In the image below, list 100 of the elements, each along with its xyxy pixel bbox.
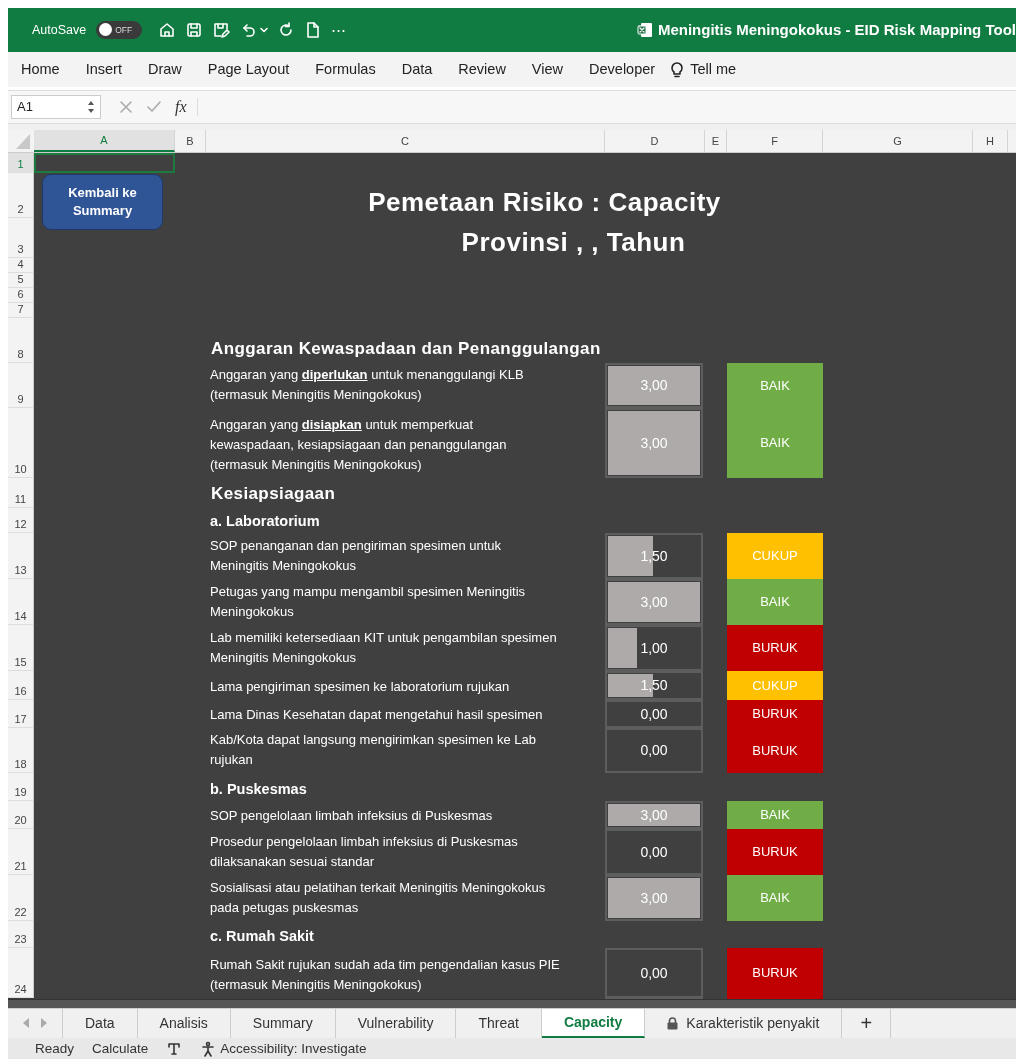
row-header[interactable]: 21 [8,828,34,875]
column-header[interactable]: G [823,129,973,152]
row-header[interactable]: 13 [8,532,34,579]
lightbulb-icon[interactable] [670,60,685,78]
indicator-text: Lama Dinas Kesehatan dapat mengetahui hasil spesimen [209,705,544,724]
rating-cell: BAIK [727,800,823,829]
rating-cell: BURUK [727,828,823,875]
ribbon-tab[interactable]: Page Layout [194,54,303,85]
accessibility-status[interactable]: Accessibility: Investigate [220,1041,367,1057]
indicator-text: Rumah Sakit rujukan sudah ada tim pengendalian kasus PIE (termasuk Meningitis Meningokokus) [209,955,561,994]
indicator-text: Anggaran yang disiapkan untuk memperkuat kewaspadaan, kesiapsiagaan dan penanggulangan (termasuk Meningitis Meningokokus) [209,415,508,474]
section-heading: Anggaran Kewaspadaan dan Penanggulangan [210,338,602,360]
insert-function-button[interactable]: fx [175,97,187,116]
name-box[interactable]: A1 [11,94,101,119]
rating-cell: CUKUP [727,670,823,700]
ribbon-tab[interactable]: Formulas [302,54,389,85]
rating-cell: CUKUP [727,532,823,579]
column-header[interactable]: B [175,129,206,152]
sheet-tab[interactable]: Capacity [541,1008,646,1039]
score-value: 0,00 [640,742,668,759]
row-header[interactable]: 2 [8,172,34,218]
indicator-text: Prosedur pengelolaan limbah infeksius di Puskesmas dilaksanakan sesuai standar [209,832,519,871]
row-header[interactable]: 18 [8,727,34,773]
calculate-button[interactable]: Calculate [92,1041,149,1057]
indicator-text: Anggaran yang diperlukan untuk menanggulangi KLB (termasuk Meningitis Meningokokus) [209,365,525,404]
column-header[interactable]: A [34,129,175,152]
column-header[interactable]: C [206,129,605,152]
indicator-text: SOP pengelolaan limbah infeksius di Puskesmas [209,806,494,825]
ribbon-tab[interactable]: View [518,54,577,85]
indicator-text: SOP penanganan dan pengiriman spesimen untuk Meningitis Meningokokus [209,536,503,575]
subsection-heading: b. Puskesmas [209,780,308,799]
column-header[interactable]: D [605,129,705,152]
rating-cell: BAIK [727,578,823,625]
checkmark-icon[interactable] [147,99,161,114]
row-header[interactable]: 20 [8,800,34,829]
rating-cell: BURUK [727,699,823,728]
section-heading: Kesiapsiagaan [210,483,337,505]
rating-cell: BAIK [727,407,823,478]
row-header[interactable]: 19 [8,772,34,801]
indicator-text: Lama pengiriman spesimen ke laboratorium rujukan [209,677,511,696]
row-header[interactable]: 16 [8,670,34,700]
tell-me-search[interactable]: Tell me [690,61,737,78]
row-header[interactable]: 8 [8,317,34,363]
row-header[interactable]: 11 [8,477,34,508]
autosave-toggle[interactable]: OFF [96,20,143,39]
autosave-label: AutoSave [32,22,87,37]
ribbon-tab[interactable]: Data [388,54,446,85]
rating-cell: BAIK [727,362,823,408]
row-header[interactable]: 3 [8,217,34,258]
selected-cell[interactable] [34,152,175,173]
row-header[interactable]: 23 [8,920,34,948]
row-header[interactable]: 22 [8,874,34,921]
score-value: 0,00 [640,843,668,860]
score-value: 3,00 [640,593,668,610]
row-header[interactable]: 24 [8,947,34,998]
ribbon-tab[interactable]: Insert [72,54,135,85]
column-header[interactable]: E [705,129,727,152]
column-header[interactable]: F [727,129,823,152]
sheet-subtitle: Provinsi , , Tahun [460,226,687,258]
accessibility-icon[interactable] [200,1040,217,1057]
caret-icon[interactable] [260,25,269,34]
column-header[interactable]: H [973,129,1008,152]
row-header[interactable]: 9 [8,362,34,408]
subsection-heading: a. Laboratorium [209,512,321,531]
score-value: 0,00 [640,705,668,722]
save-edit-icon[interactable] [212,20,231,39]
save-icon[interactable] [185,20,204,39]
more-options[interactable]: ⋯ [331,20,347,39]
ribbon-tab[interactable]: Draw [134,54,195,85]
document-title: Meningitis Meningokokus - EID Risk Mapping Tool [657,21,1016,39]
lock-icon [667,1016,679,1030]
score-value: 3,00 [640,889,668,906]
rating-cell: BURUK [727,624,823,671]
horizontal-scrollbar[interactable] [8,998,1016,1008]
row-header[interactable]: 15 [8,624,34,671]
row-header[interactable]: 12 [8,507,34,533]
indicator-text: Petugas yang mampu mengambil spesimen Meningitis Meningokokus [209,582,527,621]
indicator-text: Kab/Kota dapat langsung mengirimkan spesimen ke Lab rujukan [209,730,537,769]
back-to-summary-button[interactable]: Kembali ke Summary [42,173,163,230]
row-header[interactable]: 10 [8,407,34,478]
score-value: 1,00 [640,639,668,656]
row-header[interactable]: 17 [8,699,34,728]
status-ready: Ready [35,1041,75,1057]
ribbon-tab[interactable]: Developer [576,54,669,85]
spinner-arrows-icon[interactable] [87,99,95,114]
indicator-text: Lab memiliki ketersediaan KIT untuk pengambilan spesimen Meningitis Meningokokus [209,628,558,667]
subsection-heading: c. Rumah Sakit [209,927,315,946]
row-header[interactable]: 1 [8,152,34,173]
rating-cell: BAIK [727,874,823,921]
ribbon-tab[interactable]: Home [8,54,73,85]
spreadsheet-file-icon [636,21,653,38]
rating-cell: BURUK [727,947,823,998]
sheet-title: Pemetaan Risiko : Capacity [367,186,722,218]
ribbon-tab[interactable]: Review [445,54,519,85]
score-value: 3,00 [640,806,668,823]
indicator-text: Sosialisasi atau pelatihan terkait Meningitis Meningokokus pada petugas puskesmas [209,878,547,917]
score-value: 3,00 [640,434,668,451]
row-header[interactable]: 14 [8,578,34,625]
rating-cell: BURUK [727,727,823,773]
home-icon[interactable] [158,20,177,39]
